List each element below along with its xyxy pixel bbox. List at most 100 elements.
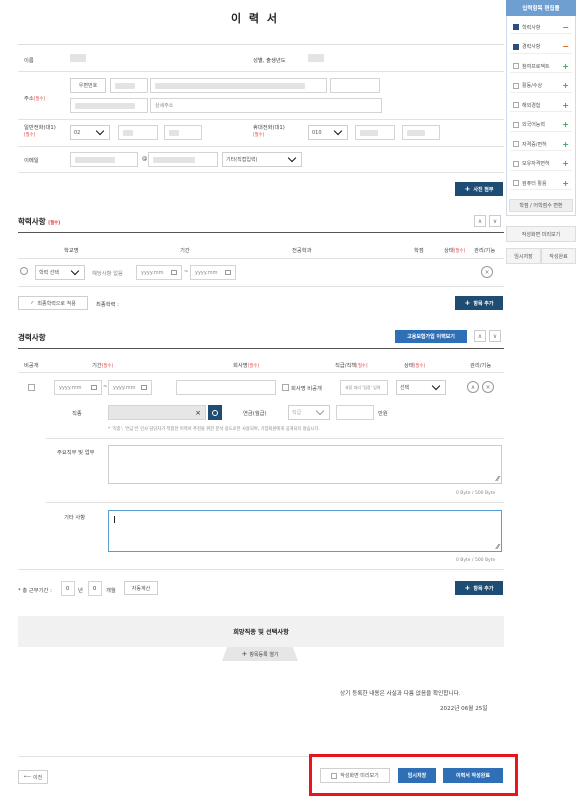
add-icon[interactable]: + [562, 101, 569, 110]
sidebar-preview-button[interactable]: 작성화면 미리보기 [506, 226, 576, 242]
salary-select[interactable]: 직급 [288, 405, 330, 420]
remove-icon[interactable]: − [562, 23, 569, 32]
school-type-select[interactable]: 학력 선택 [35, 265, 85, 280]
job-input[interactable]: × [108, 405, 206, 420]
mobile-prefix-select[interactable]: 010 [308, 125, 348, 140]
clear-icon[interactable]: × [195, 409, 201, 417]
address-detail-input[interactable]: 상세주소 [150, 98, 382, 113]
edu-radio[interactable] [20, 267, 28, 275]
confirm-date: 2022년 06월 25일 [440, 706, 488, 712]
sidebar-item[interactable]: 자격증/면허 + [510, 138, 572, 151]
add-icon[interactable]: + [562, 159, 569, 168]
hope-open-button[interactable]: + 항목등록 열기 [222, 647, 298, 661]
prev-button[interactable]: ⟵ 이전 [18, 770, 48, 784]
move-up-circle-icon[interactable]: ∧ [467, 381, 479, 393]
edu-end-date[interactable]: yyyy.mm [190, 265, 236, 280]
career-add-button[interactable]: + 항목 추가 [455, 581, 503, 595]
calendar-icon[interactable] [225, 270, 231, 275]
career-status-select[interactable]: 선택 [396, 380, 446, 395]
employment-history-button[interactable]: 고용보험가입 이력보기 [395, 330, 467, 343]
sidebar-item[interactable]: 참여프로젝트 + [510, 60, 572, 73]
address-input[interactable] [150, 78, 327, 93]
phone-prefix-select[interactable]: 02 [70, 125, 110, 140]
career-end-date[interactable]: yyyy.mm [108, 380, 152, 395]
remove-icon[interactable]: − [562, 42, 569, 51]
calendar-icon[interactable] [171, 270, 177, 275]
date-sep: ~ [103, 384, 108, 390]
add-icon[interactable]: + [562, 120, 569, 129]
total-months-input[interactable]: 0 [88, 581, 102, 596]
zipcode-button[interactable]: 우편번호 [70, 78, 106, 93]
move-up-icon[interactable]: ∧ [474, 215, 486, 227]
resize-grip-icon[interactable]: ⁄⁄ [497, 475, 499, 483]
career-start-date[interactable]: yyyy.mm [54, 380, 102, 395]
salary-label: 연금(월급) [243, 411, 267, 417]
career-col-position: 직급/직책[필수] [335, 363, 368, 369]
complete-button[interactable]: 이력서 작성완료 [443, 768, 503, 783]
move-down-icon[interactable]: ∨ [489, 215, 501, 227]
duties-textarea[interactable]: ⁄⁄ [108, 445, 502, 484]
resize-grip-icon[interactable]: ⁄⁄ [497, 543, 499, 551]
sidebar-item-checkbox[interactable] [513, 24, 519, 30]
add-icon[interactable]: + [562, 81, 569, 90]
sidebar-temp-save-button[interactable]: 임시저장 [506, 248, 541, 264]
email-at: @ [142, 156, 148, 162]
auto-calc-button[interactable]: 자동계산 [124, 581, 158, 595]
calendar-icon[interactable] [91, 385, 97, 390]
edu-add-button[interactable]: + 항목 추가 [455, 296, 503, 310]
add-icon[interactable]: + [562, 179, 569, 188]
preview-button[interactable]: 작성화면 미리보기 [320, 768, 390, 783]
sidebar-item-checkbox[interactable] [513, 121, 519, 128]
zipcode-input[interactable] [110, 78, 148, 93]
sidebar-item-checkbox[interactable] [513, 63, 519, 69]
sidebar-item[interactable]: 활동/수상 + [510, 80, 572, 93]
email-id-input[interactable] [70, 152, 138, 167]
check-icon: ✓ [30, 300, 35, 306]
sidebar-item[interactable]: 보유자격면허 + [510, 158, 572, 171]
job-search-button[interactable] [208, 405, 222, 420]
sidebar-item[interactable]: 학력사항 − [510, 21, 572, 34]
email-domain-select[interactable]: 기타(직접입력) [222, 152, 302, 167]
add-icon[interactable]: + [562, 140, 569, 149]
edu-start-date[interactable]: yyyy.mm [136, 265, 182, 280]
sidebar-item[interactable]: 경력사항 − [510, 41, 572, 54]
sidebar-item-checkbox[interactable] [513, 141, 519, 147]
phone-mid-input[interactable] [118, 125, 158, 140]
sidebar-item[interactable]: 해외경험 + [510, 99, 572, 112]
final-education-button[interactable]: ✓ 최종학력으로 적용 [18, 296, 88, 310]
edit-tool-title: 입력항목 편집툴 [506, 0, 576, 16]
mobile-last-input[interactable] [402, 125, 440, 140]
move-down-icon[interactable]: ∨ [489, 330, 501, 342]
mobile-mid-input[interactable] [355, 125, 395, 140]
grade-convert-button[interactable]: 학점 / 어학점수 변환 [509, 199, 573, 212]
sidebar-item[interactable]: 외국어능력 + [510, 119, 572, 132]
private-checkbox[interactable] [28, 384, 35, 391]
position-input[interactable]: 과장 대리 '팀장' 입력 [340, 380, 388, 395]
sidebar-item-checkbox[interactable] [513, 82, 519, 89]
sidebar-item-checkbox[interactable] [513, 102, 519, 108]
sidebar-item-checkbox[interactable] [513, 180, 519, 186]
temp-save-button[interactable]: 임시저장 [398, 768, 436, 783]
delete-icon[interactable]: × [481, 266, 493, 278]
etc-textarea[interactable]: ⁄⁄ [108, 510, 502, 552]
company-private-checkbox[interactable] [282, 384, 289, 391]
total-years-input[interactable]: 0 [61, 581, 75, 596]
company-name-input[interactable] [176, 380, 276, 395]
move-up-icon[interactable]: ∧ [474, 330, 486, 342]
name-label: 이름 [24, 58, 34, 64]
add-icon[interactable]: + [562, 62, 569, 71]
salary-input[interactable] [336, 405, 374, 420]
sidebar-complete-button[interactable]: 작성완료 [541, 248, 576, 264]
address-line2-input[interactable] [70, 98, 148, 113]
email-domain-input[interactable] [148, 152, 218, 167]
delete-icon[interactable]: × [482, 381, 494, 393]
sidebar-item-checkbox[interactable] [513, 160, 519, 167]
sidebar-item-checkbox[interactable] [513, 43, 519, 50]
photo-attach-button[interactable]: + 사진 첨부 [455, 182, 503, 196]
calendar-icon[interactable] [141, 385, 147, 390]
career-col-status: 상태[필수] [404, 363, 426, 369]
address-label: 주소[필수] [24, 96, 46, 102]
sidebar-item[interactable]: 컴퓨터 활용 + [510, 177, 572, 190]
address-extra-input[interactable] [330, 78, 380, 93]
phone-last-input[interactable] [164, 125, 202, 140]
